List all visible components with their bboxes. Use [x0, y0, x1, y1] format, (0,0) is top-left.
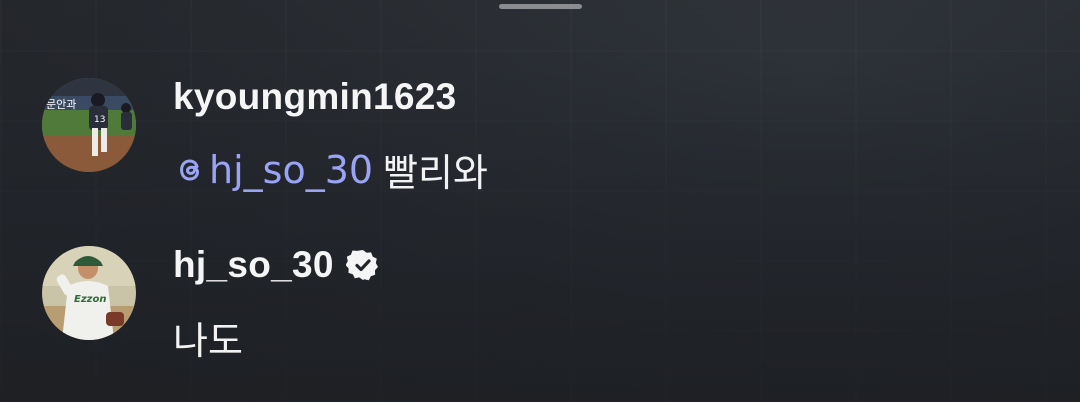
mention-username: hj_so_30: [209, 147, 374, 192]
comment-text: 나도: [173, 319, 243, 363]
mention-link[interactable]: hj_so_30: [173, 148, 373, 192]
threads-mention-icon: [180, 159, 199, 180]
username-row: kyoungmin1623: [173, 76, 457, 118]
baseball-player-photo-icon: 문안과 13: [42, 78, 136, 172]
username[interactable]: hj_so_30: [173, 244, 334, 286]
comment-item: 문안과 13 kyoungmin1623 hj_so_30 빨리와: [0, 70, 1080, 195]
comment-text: 빨리와: [383, 151, 488, 195]
avatar[interactable]: Ezzon: [42, 246, 136, 340]
username-row: hj_so_30: [173, 244, 380, 286]
comment-body: 나도: [173, 310, 243, 365]
pitcher-photo-icon: Ezzon: [42, 246, 136, 340]
verified-badge-icon: [345, 250, 378, 281]
comment-item: Ezzon hj_so_30 나도: [0, 238, 1080, 363]
comment-body: hj_so_30 빨리와: [173, 142, 488, 197]
svg-text:문안과: 문안과: [46, 98, 76, 111]
avatar[interactable]: 문안과 13: [42, 78, 136, 172]
username[interactable]: kyoungmin1623: [173, 76, 457, 118]
svg-text:13: 13: [94, 115, 105, 125]
sheet-drag-handle[interactable]: [499, 4, 582, 9]
svg-text:Ezzon: Ezzon: [74, 294, 106, 305]
